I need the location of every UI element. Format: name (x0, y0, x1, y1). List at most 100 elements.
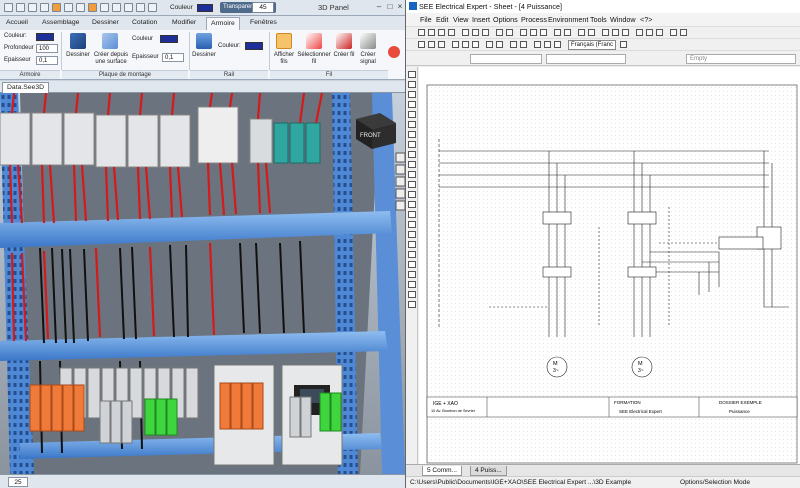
mirror-tool-icon[interactable] (408, 261, 416, 268)
plaque-draw-icon[interactable] (70, 33, 86, 49)
redo-icon-r[interactable] (506, 29, 513, 36)
menu-view[interactable]: View (453, 15, 468, 24)
menu-window[interactable]: Window (610, 15, 636, 24)
save-file-icon[interactable] (438, 29, 445, 36)
create-wire-label[interactable]: Créer fil (332, 52, 356, 59)
symbol-icon[interactable] (612, 29, 619, 36)
tab-dessiner[interactable]: Dessiner (88, 17, 123, 30)
rotate-tool-icon[interactable] (408, 251, 416, 258)
arc-tool-icon[interactable] (408, 181, 416, 188)
menu-help[interactable]: <?> (640, 15, 652, 24)
scale-tool-icon[interactable] (408, 271, 416, 278)
close-icon[interactable]: × (396, 3, 404, 11)
cable-tool-icon[interactable] (408, 111, 416, 118)
undo-icon[interactable] (52, 3, 61, 12)
rail-draw-label[interactable]: Dessiner (190, 52, 218, 59)
color-icon[interactable] (496, 41, 503, 48)
tab-modifier[interactable]: Modifier (168, 17, 200, 30)
grid-icon[interactable] (554, 29, 561, 36)
app-icon[interactable] (4, 3, 13, 12)
link-icon[interactable] (670, 29, 677, 36)
layer-field[interactable] (470, 54, 542, 64)
menu-insert[interactable]: Insert (472, 15, 490, 24)
sheet-tab-5[interactable]: 5 Comm... (422, 466, 462, 476)
dim-tool-icon[interactable] (408, 191, 416, 198)
help-icon[interactable] (388, 46, 400, 58)
maximize-icon[interactable]: □ (386, 3, 394, 11)
text-icon[interactable] (636, 29, 643, 36)
zoom-fit-icon[interactable] (540, 29, 547, 36)
hatch-tool-icon[interactable] (408, 211, 416, 218)
align-right-icon[interactable] (438, 41, 445, 48)
tab-accueil[interactable]: Accueil (2, 17, 32, 30)
armoire-color-swatch[interactable] (36, 33, 54, 41)
tab-assemblage[interactable]: Assemblage (38, 17, 83, 30)
plaque-draw-label[interactable]: Dessiner (64, 52, 92, 59)
language-icon[interactable] (620, 41, 627, 48)
delete-tool-icon[interactable] (408, 241, 416, 248)
plaque-thickness-input[interactable]: 0,1 (162, 53, 184, 62)
bus-tool-icon[interactable] (408, 91, 416, 98)
cut-icon[interactable] (462, 29, 469, 36)
create-from-surface-icon[interactable] (102, 33, 118, 49)
select-wire-label[interactable]: Sélectionner fil (296, 52, 332, 66)
paste-icon[interactable] (482, 29, 489, 36)
new-icon[interactable] (16, 3, 25, 12)
image-tool-icon[interactable] (408, 201, 416, 208)
show-wires-label[interactable]: Afficher fils (270, 52, 298, 66)
menu-tools[interactable]: Tools (590, 15, 607, 24)
copy-tool-icon[interactable] (408, 231, 416, 238)
style-field[interactable]: Empty (686, 54, 796, 64)
open-icon[interactable] (28, 3, 37, 12)
show-wires-icon[interactable] (276, 33, 292, 49)
rect-icon[interactable] (656, 29, 663, 36)
copy-icon[interactable] (472, 29, 479, 36)
rotate-icon-r[interactable] (510, 41, 517, 48)
create-signal-label[interactable]: Créer signal (355, 52, 381, 66)
rotate-icon[interactable] (112, 3, 121, 12)
new-file-icon[interactable] (418, 29, 425, 36)
select-wire-icon[interactable] (306, 33, 322, 49)
thickness-input[interactable]: 0,1 (36, 56, 58, 65)
doc-tab-data[interactable]: Data.See3D (2, 82, 50, 93)
undo-icon-r[interactable] (496, 29, 503, 36)
group-tool-icon[interactable] (408, 281, 416, 288)
circle-tool-icon[interactable] (408, 171, 416, 178)
pan-icon[interactable] (136, 3, 145, 12)
tab-cotation[interactable]: Cotation (128, 17, 161, 30)
line-tool-icon[interactable] (408, 151, 416, 158)
line-icon[interactable] (646, 29, 653, 36)
tab-armoire[interactable]: Armoire (206, 17, 240, 30)
print-icon[interactable] (76, 3, 85, 12)
underline-icon[interactable] (472, 41, 479, 48)
menu-environment[interactable]: Environment (548, 15, 588, 24)
terminal-tool-icon[interactable] (408, 131, 416, 138)
align-center-icon[interactable] (428, 41, 435, 48)
italic-icon[interactable] (462, 41, 469, 48)
rail-draw-icon[interactable] (196, 33, 212, 49)
qat-color-swatch[interactable] (197, 4, 213, 12)
cable-icon[interactable] (622, 29, 629, 36)
menu-options[interactable]: Options (493, 15, 518, 24)
tab-fenetres[interactable]: Fenêtres (246, 17, 281, 30)
move-tool-icon[interactable] (408, 221, 416, 228)
rail-color-swatch[interactable] (245, 42, 263, 50)
view-icon[interactable] (148, 3, 157, 12)
zoom-icon[interactable] (124, 3, 133, 12)
move-icon[interactable] (100, 3, 109, 12)
wire-icon[interactable] (602, 29, 609, 36)
3d-viewport[interactable]: FRONT (0, 93, 405, 474)
schematic-sheet[interactable]: M 3~ M 3~ IGE + XAO 10 Av. Bourbon de Se… (419, 67, 800, 464)
create-wire-icon[interactable] (336, 33, 352, 49)
open-file-icon[interactable] (428, 29, 435, 36)
qat-transparency-input[interactable]: 45 (252, 2, 274, 13)
layer-icon[interactable] (578, 29, 585, 36)
snap-icon[interactable] (564, 29, 571, 36)
type-field[interactable] (546, 54, 626, 64)
create-from-surface-label[interactable]: Créer depuis une surface (92, 52, 130, 66)
minimize-icon[interactable]: – (375, 3, 383, 11)
language-select[interactable]: Français (Franc (568, 40, 616, 50)
coil-icon[interactable] (544, 41, 551, 48)
menu-edit[interactable]: Edit (436, 15, 448, 24)
bold-icon[interactable] (452, 41, 459, 48)
